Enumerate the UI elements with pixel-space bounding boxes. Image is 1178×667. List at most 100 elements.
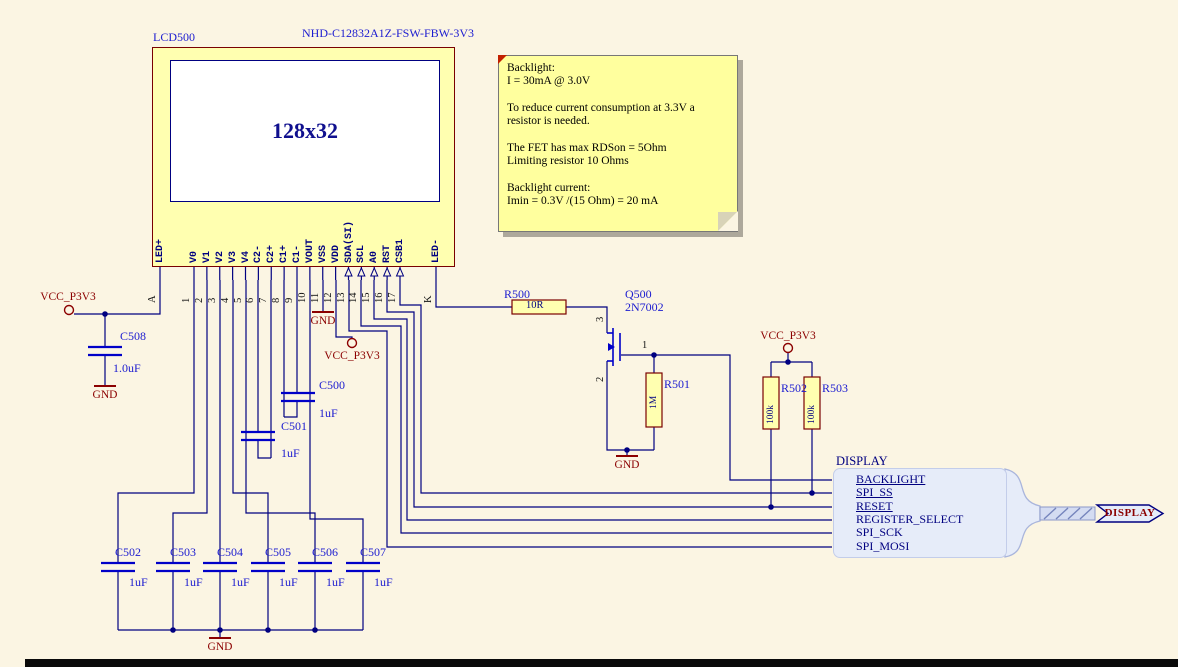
vcc-label-pullups[interactable]: VCC_P3V3 <box>753 330 823 342</box>
q500-part[interactable]: 2N7002 <box>625 300 664 315</box>
lcd-pin-number: 4 <box>220 298 231 303</box>
r503-value[interactable]: 100k <box>807 405 817 424</box>
lcd-pin-name: LED- <box>431 239 442 263</box>
c500-designator[interactable]: C500 <box>319 378 345 393</box>
junction-dot <box>651 352 657 358</box>
lcd-pin-name: V2 <box>215 251 226 263</box>
q500-pin1-label: 1 <box>642 340 647 351</box>
lcd-pin-name: CSB1 <box>395 239 406 263</box>
lcd-pin-number: 3 <box>207 298 218 303</box>
lcd-pin-number: 12 <box>323 293 334 304</box>
lcd-pin-name: LED+ <box>155 239 166 263</box>
lcd-pin-number: 2 <box>194 298 205 303</box>
lcd-pin-number: 10 <box>297 293 308 304</box>
cap-designator[interactable]: C506 <box>312 545 338 560</box>
r500-value[interactable]: 10R <box>526 300 544 311</box>
lcd-pin-name: C1- <box>292 245 303 263</box>
lcd-pin-name: V0 <box>189 251 200 263</box>
junction-dot <box>217 627 223 633</box>
gnd-label-fet[interactable]: GND <box>607 459 647 471</box>
r501-designator[interactable]: R501 <box>664 377 690 392</box>
r503-designator[interactable]: R503 <box>822 381 848 396</box>
lcd-pin-number: 9 <box>284 298 295 303</box>
cap-designator[interactable]: C505 <box>265 545 291 560</box>
pin-input-arrow-icon <box>371 268 378 276</box>
cap-value[interactable]: 1uF <box>326 575 345 590</box>
cap-value[interactable]: 1uF <box>279 575 298 590</box>
lcd-pin-name: VDD <box>331 245 342 263</box>
lcd-pin-name: SCL <box>356 245 367 263</box>
mosfet-q500-symbol[interactable] <box>607 328 620 366</box>
harness-signal-spi_ss[interactable]: SPI_SS <box>856 485 893 500</box>
q500-pin3-label: 3 <box>595 317 606 322</box>
lcd-pin-number: 17 <box>387 293 398 304</box>
lcd-pin-name: C1+ <box>279 245 290 263</box>
c500-value[interactable]: 1uF <box>319 406 338 421</box>
harness-signal-spi_sck[interactable]: SPI_SCK <box>856 525 903 540</box>
lcd-resolution-text: 128x32 <box>272 118 338 144</box>
harness-title[interactable]: DISPLAY <box>836 454 888 469</box>
junction-dot <box>809 490 815 496</box>
r502-designator[interactable]: R502 <box>781 381 807 396</box>
lcd-pin-number: 15 <box>361 293 372 304</box>
gnd-label-left[interactable]: GND <box>85 389 125 401</box>
lcd-pin-name: C2- <box>253 245 264 263</box>
cap-designator[interactable]: C502 <box>115 545 141 560</box>
r501-value[interactable]: 1M <box>649 396 659 409</box>
lcd-pin-number: 7 <box>258 298 269 303</box>
pin-input-arrow-icon <box>397 268 404 276</box>
cap-designator[interactable]: C507 <box>360 545 386 560</box>
c501-value[interactable]: 1uF <box>281 446 300 461</box>
display-port-label[interactable]: DISPLAY <box>1104 507 1156 519</box>
pin-input-arrow-icon <box>345 268 352 276</box>
design-note[interactable]: Backlight: I = 30mA @ 3.0V To reduce cur… <box>498 55 738 232</box>
lcd-pin-name: C2+ <box>266 245 277 263</box>
lcd-pin-name: VOUT <box>305 239 316 263</box>
junction-dot <box>170 627 176 633</box>
lcd-pin-name: A0 <box>369 251 380 263</box>
lcd-pin-number: 6 <box>245 298 256 303</box>
lcd-pin-name: V1 <box>202 251 213 263</box>
cap-designator[interactable]: C503 <box>170 545 196 560</box>
lcd-pin-number: 5 <box>233 298 244 303</box>
lcd-pin-number: A <box>147 295 158 303</box>
gnd-label-bottom[interactable]: GND <box>200 641 240 653</box>
c508-designator[interactable]: C508 <box>120 329 146 344</box>
lcd-pin-number: 13 <box>336 293 347 304</box>
vcc-label-vdd[interactable]: VCC_P3V3 <box>320 350 384 362</box>
lcd-pin-number: 14 <box>348 293 359 304</box>
lcd-pin-name: V4 <box>241 251 252 263</box>
lcd-part-number[interactable]: NHD-C12832A1Z-FSW-FBW-3V3 <box>302 26 474 41</box>
cap-value[interactable]: 1uF <box>231 575 250 590</box>
lcd-designator[interactable]: LCD500 <box>153 30 195 45</box>
lcd-pin-name: VSS <box>318 245 329 263</box>
junction-dot <box>768 504 774 510</box>
note-dogear-icon <box>718 211 738 231</box>
lcd-pin-number: K <box>423 295 434 303</box>
vcc-port-circles[interactable] <box>65 306 793 353</box>
c501-designator[interactable]: C501 <box>281 419 307 434</box>
r502-value[interactable]: 100k <box>766 405 776 424</box>
lcd-pin-number: 8 <box>271 298 282 303</box>
lcd-display-area: 128x32 <box>170 60 440 202</box>
pin-input-arrow-icon <box>384 268 391 276</box>
bottom-edge-bar <box>25 659 1178 667</box>
lcd-pin-graphics[interactable] <box>160 267 436 280</box>
junction-dot <box>312 627 318 633</box>
cap-value[interactable]: 1uF <box>129 575 148 590</box>
cap-designator[interactable]: C504 <box>217 545 243 560</box>
cap-value[interactable]: 1uF <box>374 575 393 590</box>
lcd-pin-number: 16 <box>374 293 385 304</box>
lcd-pin-number: 11 <box>310 293 321 303</box>
cap-value[interactable]: 1uF <box>184 575 203 590</box>
junction-dots <box>102 311 815 633</box>
junction-dot <box>265 627 271 633</box>
lcd-pin-name: V3 <box>228 251 239 263</box>
schematic-sheet: 128x32 LCD500 NHD-C12832A1Z-FSW-FBW-3V3 … <box>0 0 1178 667</box>
vcc-label-left[interactable]: VCC_P3V3 <box>28 291 108 303</box>
harness-funnel <box>1005 469 1040 557</box>
c508-value[interactable]: 1.0uF <box>113 361 141 376</box>
harness-signal-spi_mosi[interactable]: SPI_MOSI <box>856 539 909 554</box>
gnd-label-vss[interactable]: GND <box>303 315 343 327</box>
junction-dot <box>624 447 630 453</box>
